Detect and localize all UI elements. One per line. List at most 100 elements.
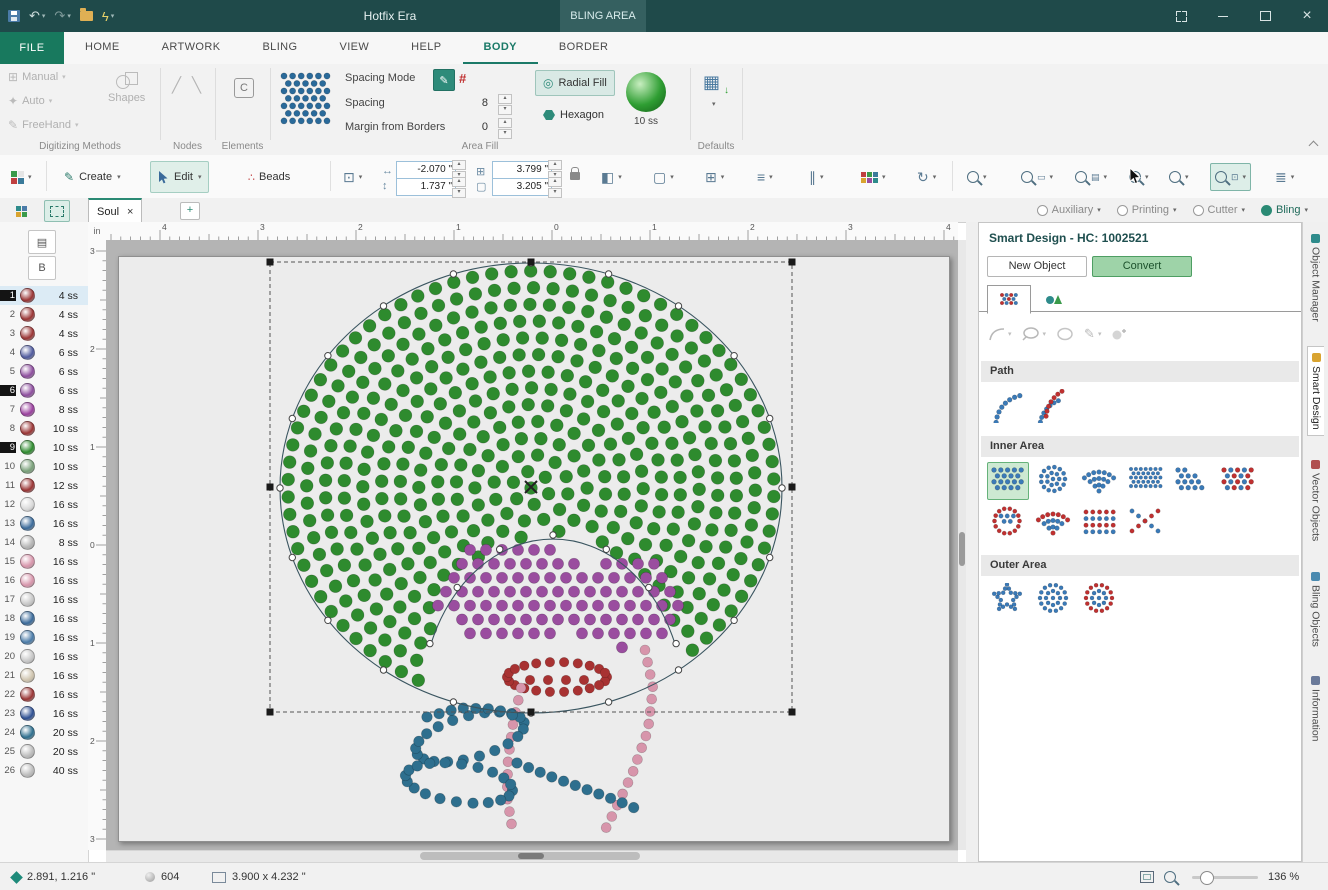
shapes-button[interactable]: Shapes xyxy=(108,72,145,104)
bead-row-9[interactable]: 9 10 ss xyxy=(0,438,88,457)
bead-row-19[interactable]: 19 16 ss xyxy=(0,628,88,647)
spacing-spinner[interactable]: ▴ ▾ xyxy=(498,94,512,115)
digitizing-auto-button[interactable]: ✦ Auto ▾ xyxy=(8,94,52,108)
inner-item-two-color-cross-fill[interactable] xyxy=(1125,504,1167,542)
inner-item-partial-grid-fill[interactable] xyxy=(1171,462,1213,500)
hexagon-toggle[interactable]: Hexagon xyxy=(535,102,612,128)
canvas-viewport[interactable] xyxy=(106,240,958,850)
zoom-slider-thumb[interactable] xyxy=(1200,871,1214,885)
edit-button[interactable]: Edit ▾ xyxy=(150,161,210,193)
bead-row-24[interactable]: 24 20 ss xyxy=(0,723,88,742)
height-field[interactable]: 3.205 " xyxy=(492,178,552,196)
bead-row-11[interactable]: 11 12 ss xyxy=(0,476,88,495)
bead-size-preview[interactable] xyxy=(626,72,666,112)
bead-row-15[interactable]: 15 16 ss xyxy=(0,552,88,571)
area-fill-preview[interactable] xyxy=(278,70,332,132)
selection-mode-button[interactable] xyxy=(44,200,70,222)
create-button[interactable]: ✎ Create ▾ xyxy=(56,161,129,193)
bead-row-17[interactable]: 17 16 ss xyxy=(0,590,88,609)
lock-aspect-button[interactable] xyxy=(570,167,580,183)
side-tab-object-manager[interactable]: Object Manager xyxy=(1308,228,1324,328)
fullscreen-button[interactable] xyxy=(1160,0,1202,32)
close-button[interactable]: × xyxy=(1286,0,1328,32)
outer-item-concentric-outline[interactable] xyxy=(1033,581,1075,619)
bead-row-1[interactable]: 1 4 ss xyxy=(0,286,88,305)
collapse-ribbon-icon[interactable] xyxy=(1308,140,1319,151)
pattern-colors-button[interactable]: ▾ xyxy=(6,163,37,191)
y-position-field[interactable]: 1.737 " xyxy=(396,178,456,196)
margin-value[interactable]: 0 xyxy=(466,121,488,133)
ribbon-tab-view[interactable]: VIEW xyxy=(318,32,390,64)
document-tab[interactable]: Soul × xyxy=(88,198,143,224)
scene-objects-button[interactable] xyxy=(8,200,34,222)
palette-b-button[interactable]: B xyxy=(28,256,56,280)
bead-row-2[interactable]: 2 4 ss xyxy=(0,305,88,324)
defaults-caret-icon[interactable]: ▾ xyxy=(712,100,716,108)
inner-item-dense-grid-fill[interactable] xyxy=(1125,462,1167,500)
distribute-button[interactable]: ∥ ▾ xyxy=(804,163,829,191)
bead-row-8[interactable]: 8 10 ss xyxy=(0,419,88,438)
arc-tool-button[interactable]: ▾ xyxy=(989,327,1012,341)
beads-button[interactable]: ∴ Beads xyxy=(240,161,298,193)
digitizing-manual-button[interactable]: ⊞ Manual ▾ xyxy=(8,70,66,84)
view-toggle-auxiliary[interactable]: Auxiliary ▾ xyxy=(1036,204,1101,216)
ribbon-tab-help[interactable]: HELP xyxy=(390,32,462,64)
ribbon-tab-bling[interactable]: BLING xyxy=(241,32,318,64)
bead-row-26[interactable]: 26 40 ss xyxy=(0,761,88,780)
path-item-double-curve[interactable] xyxy=(1033,387,1075,425)
outline-style-button[interactable]: ▢ ▾ xyxy=(648,163,679,191)
align-button[interactable]: ≡ ▾ xyxy=(752,163,778,191)
bead-row-22[interactable]: 22 16 ss xyxy=(0,685,88,704)
open-button[interactable] xyxy=(79,8,93,21)
zoom-objects-button[interactable]: ▾ xyxy=(1164,163,1194,191)
bead-row-10[interactable]: 10 10 ss xyxy=(0,457,88,476)
margin-spinner[interactable]: ▴ ▾ xyxy=(498,118,512,139)
view-toggle-cutter[interactable]: Cutter ▾ xyxy=(1192,204,1245,216)
ribbon-tab-home[interactable]: HOME xyxy=(64,32,141,64)
spacing-value[interactable]: 8 xyxy=(466,97,488,109)
inner-item-two-color-rows-fill[interactable] xyxy=(1079,504,1121,542)
ribbon-tab-artwork[interactable]: ARTWORK xyxy=(141,32,242,64)
vertical-scrollbar-thumb[interactable] xyxy=(959,532,965,566)
ribbon-tab-body[interactable]: BODY xyxy=(462,32,538,64)
bead-row-23[interactable]: 23 16 ss xyxy=(0,704,88,723)
zoom-page-button[interactable]: ▤ ▾ xyxy=(1070,163,1112,191)
spacing-mode-edit-button[interactable]: ✎ xyxy=(433,69,455,91)
view-toggle-bling[interactable]: Bling ▾ xyxy=(1261,204,1308,216)
fit-view-button[interactable] xyxy=(1140,863,1154,890)
run-button[interactable]: ϟ ▾ xyxy=(102,9,114,24)
fill-style-button[interactable]: ◧ ▾ xyxy=(596,163,627,191)
inner-item-two-color-grid-fill[interactable] xyxy=(1217,462,1259,500)
spacing-count-button[interactable]: # xyxy=(459,71,466,86)
array-button[interactable]: ⊞ ▾ xyxy=(700,163,729,191)
side-tab-smart-design[interactable]: Smart Design xyxy=(1307,345,1324,437)
inner-item-grid-fill[interactable] xyxy=(987,462,1029,500)
loop-tool-button[interactable] xyxy=(1056,327,1074,341)
tab-shapes[interactable] xyxy=(1033,284,1075,311)
zoom-region-button[interactable]: ▭ ▾ xyxy=(1016,163,1058,191)
outer-item-two-color-concentric-outline[interactable] xyxy=(1079,581,1121,619)
add-bead-tool-button[interactable] xyxy=(1111,327,1127,341)
height-spinner[interactable]: ▴ ▾ xyxy=(548,177,562,198)
redo-button[interactable]: ↷ ▾ xyxy=(54,8,70,24)
view-options-button[interactable]: ≣ ▾ xyxy=(1270,163,1299,191)
radial-fill-toggle[interactable]: ◎ Radial Fill xyxy=(535,70,615,96)
bead-row-7[interactable]: 7 8 ss xyxy=(0,400,88,419)
defaults-button[interactable]: ▦ ↓ xyxy=(703,72,729,96)
side-tab-vector-objects[interactable]: Vector Objects xyxy=(1308,454,1324,547)
bead-row-4[interactable]: 4 6 ss xyxy=(0,343,88,362)
bead-row-3[interactable]: 3 4 ss xyxy=(0,324,88,343)
side-tab-bling-objects[interactable]: Bling Objects xyxy=(1308,566,1324,653)
maximize-button[interactable] xyxy=(1244,0,1286,32)
bead-row-25[interactable]: 25 20 ss xyxy=(0,742,88,761)
new-object-button[interactable]: New Object xyxy=(987,256,1087,277)
tab-beads[interactable] xyxy=(987,285,1031,314)
side-tab-information[interactable]: Information xyxy=(1308,670,1324,748)
inner-item-two-color-fan-fill[interactable] xyxy=(1033,504,1075,542)
rotate-button[interactable]: ↻ ▾ xyxy=(912,163,941,191)
zoom-button[interactable]: ▾ xyxy=(962,163,992,191)
context-group-tab[interactable]: BLING AREA xyxy=(560,0,646,32)
zoom-tool-button[interactable] xyxy=(1164,863,1176,890)
ribbon-tab-border[interactable]: BORDER xyxy=(538,32,629,64)
new-document-button[interactable]: + xyxy=(180,202,200,220)
